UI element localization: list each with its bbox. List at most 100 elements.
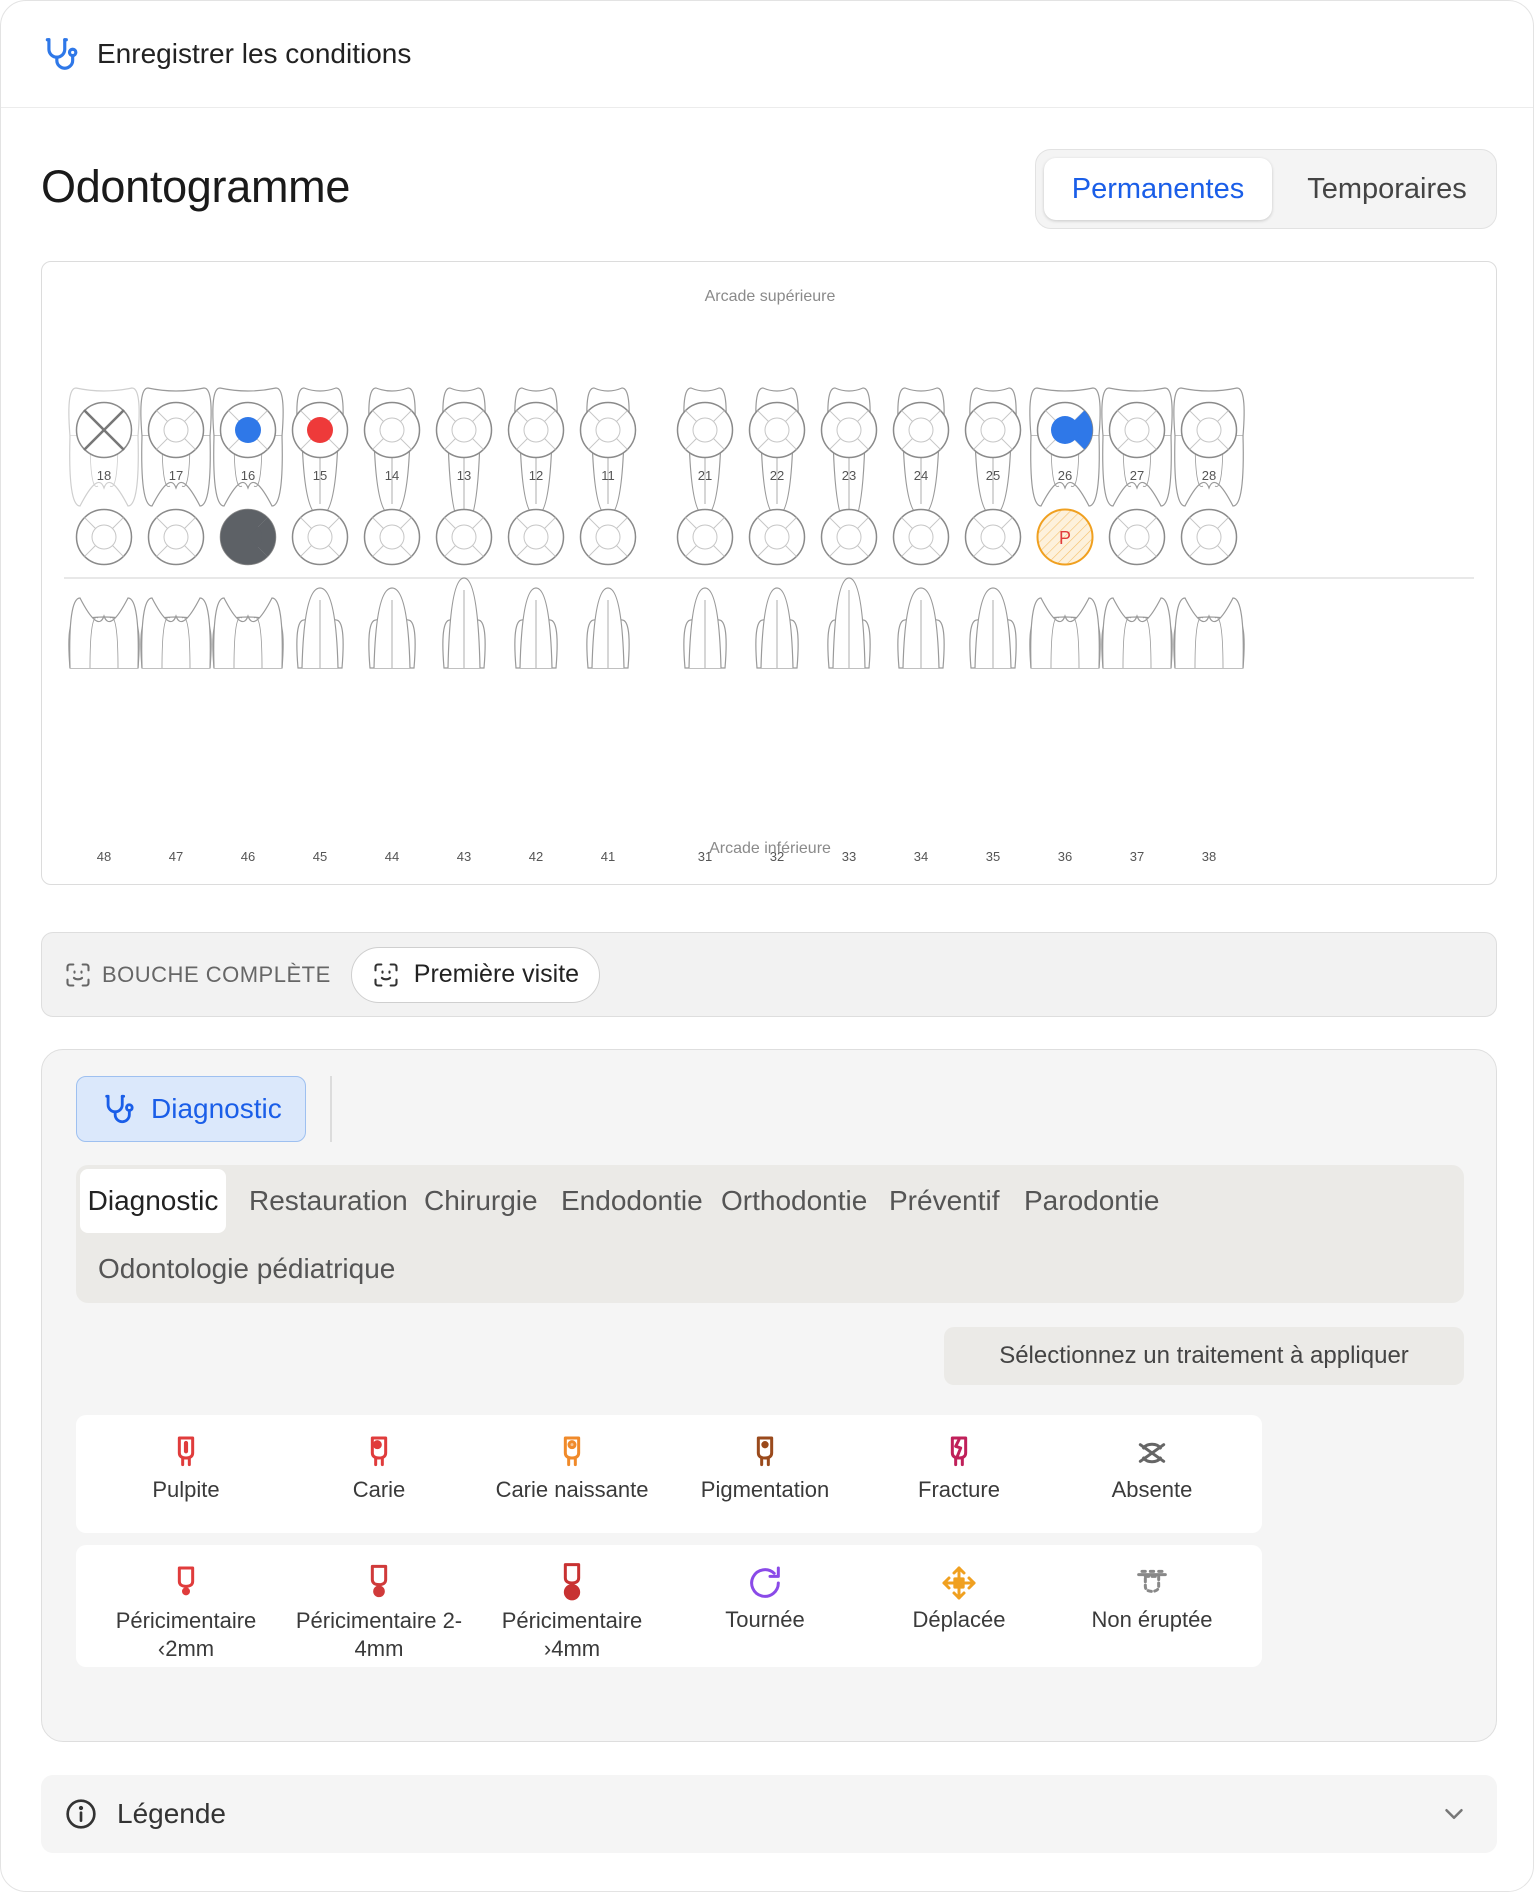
tooth-number: 24 [914,468,928,483]
treatment-card[interactable]: Péricimentaire ›4mm [462,1545,682,1667]
tooth-surface-46[interactable] [219,508,277,566]
tooth-number: 14 [385,468,399,483]
treatment-card[interactable]: Carie naissante [462,1415,682,1533]
treatment-card[interactable]: Carie [269,1415,489,1533]
treatment-card[interactable]: Péricimentaire 2- 4mm [269,1545,489,1667]
tooth-surface-18[interactable] [75,401,133,459]
treatment-hint: Sélectionnez un traitement à appliquer [944,1327,1464,1385]
tooth-illustration [442,577,486,669]
tooth-number: 17 [169,468,183,483]
tooth-illustration [683,587,727,669]
treatment-card-label: Péricimentaire ›4mm [501,1608,643,1661]
periapical-large-icon [552,1563,592,1603]
tab-chirurgie[interactable]: Chirurgie [424,1169,538,1233]
tooth-number: 27 [1130,468,1144,483]
tooth-surface-26[interactable] [1036,401,1094,459]
tooth-surface-22[interactable] [748,401,806,459]
treatment-card[interactable]: Fracture [849,1415,1069,1533]
treatment-card-label: Fracture [918,1477,1000,1502]
tooth-surface-25[interactable] [964,401,1022,459]
tooth-surface-38[interactable] [1180,508,1238,566]
tooth-surface-28[interactable] [1180,401,1238,459]
tooth-illustration [755,587,799,669]
tooth-surface-36[interactable]: P [1036,508,1094,566]
tooth-illustration [140,597,212,669]
tooth-surface-13[interactable] [435,401,493,459]
dentition-toggle: Permanentes Temporaires [1035,149,1497,229]
tooth-surface-16[interactable] [219,401,277,459]
tooth-number: 25 [986,468,1000,483]
chevron-down-icon [1445,1809,1463,1819]
tooth-number: 36 [1058,849,1072,864]
tab-parodontie[interactable]: Parodontie [1024,1169,1159,1233]
tooth-surface-45[interactable] [291,508,349,566]
tooth-surface-33[interactable] [820,508,878,566]
tooth-surface-31[interactable] [676,508,734,566]
treatment-card[interactable]: Absente [1042,1415,1262,1533]
tooth-number: 12 [529,468,543,483]
odontogram-canvas: Arcade supérieure 18 17 16 15 14 13 12 11 21 22 23… [64,288,1474,864]
tab-restauration[interactable]: Restauration [249,1169,408,1233]
treatment-card[interactable]: Pigmentation [655,1415,875,1533]
dentition-permanent-button[interactable]: Permanentes [1044,158,1272,220]
diagnostic-mode-button[interactable]: Diagnostic [76,1076,306,1142]
tooth-fracture-icon [939,1433,979,1473]
tooth-surface-12[interactable] [507,401,565,459]
tab-odontologie-pediatrique[interactable]: Odontologie pédiatrique [98,1237,395,1301]
tooth-number: 13 [457,468,471,483]
tooth-illustration [897,587,945,669]
tooth-surface-47[interactable] [147,508,205,566]
tooth-number: 23 [842,468,856,483]
tooth-surface-11[interactable] [579,401,637,459]
tooth-number: 37 [1130,849,1144,864]
periapical-medium-icon [359,1563,399,1603]
tooth-surface-37[interactable] [1108,508,1166,566]
first-visit-button[interactable]: Première visite [350,946,601,1003]
tooth-illustration [212,597,284,669]
tooth-surface-41[interactable] [579,508,637,566]
tab-diagnostic[interactable]: Diagnostic [80,1169,226,1233]
tooth-illustration [296,587,344,669]
tooth-surface-23[interactable] [820,401,878,459]
tooth-surface-21[interactable] [676,401,734,459]
tooth-surface-17[interactable] [147,401,205,459]
tooth-illustration [68,597,140,669]
treatment-card-label: Déplacée [912,1607,1006,1632]
treatment-panel: Diagnostic Diagnostic Restauration Chiru… [41,1049,1497,1742]
tooth-surface-14[interactable] [363,401,421,459]
tooth-surface-43[interactable] [435,508,493,566]
tab-endodontie[interactable]: Endodontie [561,1169,703,1233]
unerupted-icon [1132,1563,1172,1603]
treatment-card[interactable]: Déplacée [849,1545,1069,1667]
tooth-surface-48[interactable] [75,508,133,566]
tooth-illustration [514,587,558,669]
treatment-card-label: Carie naissante [495,1477,649,1502]
tooth-surface-15[interactable] [291,401,349,459]
tooth-surface-34[interactable] [892,508,950,566]
treatment-card[interactable]: Tournée [655,1545,875,1667]
full-mouth-bar: BOUCHE COMPLÈTE Première visite [41,932,1497,1017]
legend-accordion[interactable]: Légende [41,1775,1497,1853]
tooth-illustration [368,587,416,669]
tooth-surface-42[interactable] [507,508,565,566]
page-title: Odontogramme [41,161,351,212]
tooth-surface-32[interactable] [748,508,806,566]
tooth-surface-24[interactable] [892,401,950,459]
treatment-card[interactable]: Non éruptée [1042,1545,1262,1667]
tooth-number: 28 [1202,468,1216,483]
tooth-surface-27[interactable] [1108,401,1166,459]
tab-preventif[interactable]: Préventif [889,1169,1000,1233]
treatment-card-label: Absente [1111,1477,1193,1502]
dentition-temporary-button[interactable]: Temporaires [1284,158,1490,220]
tooth-number: 18 [97,468,111,483]
tooth-surface-44[interactable] [363,508,421,566]
tooth-surface-35[interactable] [964,508,1022,566]
tab-orthodontie[interactable]: Orthodontie [721,1169,867,1233]
tooth-number: 38 [1202,849,1216,864]
tooth-illustration [969,587,1017,669]
tooth-illustration [1029,597,1101,669]
tooth-illustration [586,587,630,669]
treatment-card[interactable]: Pulpite [76,1415,296,1533]
treatment-card[interactable]: Péricimentaire ‹2mm [76,1545,296,1667]
category-tabs: Diagnostic Restauration Chirurgie Endodo… [76,1165,1464,1303]
